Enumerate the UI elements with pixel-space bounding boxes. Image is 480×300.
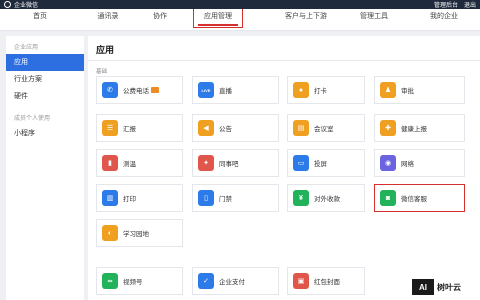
sidebar-group-enterprise: 企业应用 xyxy=(14,45,39,51)
new-badge-icon xyxy=(151,87,159,93)
main-nav: 首页 通讯录 协作 应用管理 客户与上下游 管理工具 我的企业 xyxy=(0,9,480,31)
brand[interactable]: 企业微信 xyxy=(4,0,38,9)
door-access-icon: ▯ xyxy=(198,190,214,206)
app-card[interactable]: ▭ 投屏 xyxy=(287,149,365,177)
watermark: AI 树叶云 xyxy=(412,279,461,295)
app-label: 审批 xyxy=(401,88,414,95)
app-card[interactable]: ✦ 同事吧 xyxy=(192,149,279,177)
app-label: 企业支付 xyxy=(219,279,245,286)
app-label: 测温 xyxy=(123,161,136,168)
app-card[interactable]: ◉ 网络 xyxy=(374,149,465,177)
app-label: 公费电话 xyxy=(123,88,149,95)
screen-cast-icon: ▭ xyxy=(293,155,309,171)
app-label: 门禁 xyxy=(219,196,232,203)
app-card[interactable]: ▣ 红包封面 xyxy=(287,267,365,295)
sidebar-item-apps[interactable]: 应用 xyxy=(6,54,84,71)
top-link-logout[interactable]: 退出 xyxy=(464,0,476,9)
sidebar-item-mini-programs[interactable]: 小程序 xyxy=(6,125,84,142)
app-label: 视频号 xyxy=(123,279,143,286)
video-channel-icon: ∞ xyxy=(102,273,118,289)
tab-home[interactable]: 首页 xyxy=(20,9,60,31)
app-label: 投屏 xyxy=(314,161,327,168)
printer-icon: ▥ xyxy=(102,190,118,206)
approval-stamp-icon: ♟ xyxy=(380,82,396,98)
colleague-forum-icon: ✦ xyxy=(198,155,214,171)
app-label: 汇报 xyxy=(123,126,136,133)
watermark-logo: AI xyxy=(412,279,434,295)
phone-icon: ✆ xyxy=(102,82,118,98)
tab-collaboration[interactable]: 协作 xyxy=(140,9,180,31)
app-card[interactable]: ✓ 企业支付 xyxy=(192,267,279,295)
top-link-admin[interactable]: 管理后台 xyxy=(434,0,458,9)
tab-management-tools[interactable]: 管理工具 xyxy=(352,9,396,31)
tab-contacts[interactable]: 通讯录 xyxy=(86,9,130,31)
app-card[interactable]: ☰ 汇报 xyxy=(96,114,183,142)
tab-my-enterprise[interactable]: 我的企业 xyxy=(422,9,466,31)
app-label: 学习园地 xyxy=(123,231,149,238)
app-label: 健康上报 xyxy=(401,126,427,133)
sidebar-group-personal: 成员个人使用 xyxy=(14,116,51,122)
app-card[interactable]: ∞ 视频号 xyxy=(96,267,183,295)
app-card[interactable]: ¥ 对外收款 xyxy=(287,184,365,212)
app-label: 直播 xyxy=(219,88,232,95)
app-card[interactable]: ✆ 公费电话 xyxy=(96,76,183,104)
app-card[interactable]: ◀ 公告 xyxy=(192,114,279,142)
learning-icon: ◐ xyxy=(102,225,118,241)
app-card[interactable]: ◐ 学习园地 xyxy=(96,219,183,247)
app-card[interactable]: ◙ 微信客服 xyxy=(374,184,465,212)
megaphone-icon: ◀ xyxy=(198,120,214,136)
active-tab-underline xyxy=(198,24,238,26)
app-label: 公告 xyxy=(219,126,232,133)
app-card[interactable]: ● 打卡 xyxy=(287,76,365,104)
thermometer-icon: ▮ xyxy=(102,155,118,171)
payment-icon: ¥ xyxy=(293,190,309,206)
app-label: 会议室 xyxy=(314,126,334,133)
tab-customers[interactable]: 客户与上下游 xyxy=(272,9,340,31)
app-card[interactable]: ▥ 打印 xyxy=(96,184,183,212)
app-card[interactable]: ▤ 会议室 xyxy=(287,114,365,142)
location-pin-icon: ● xyxy=(293,82,309,98)
app-label: 对外收款 xyxy=(314,196,340,203)
enterprise-pay-icon: ✓ xyxy=(198,273,214,289)
app-card[interactable]: ✚ 健康上报 xyxy=(374,114,465,142)
sidebar-item-industry[interactable]: 行业方案 xyxy=(6,71,84,88)
page-title: 应用 xyxy=(96,45,115,55)
wechat-service-icon: ◙ xyxy=(380,190,396,206)
section-label: 基础 xyxy=(96,69,108,75)
sidebar-item-hardware[interactable]: 硬件 xyxy=(6,88,84,105)
network-icon: ◉ xyxy=(380,155,396,171)
live-icon: LIVE xyxy=(198,82,214,98)
tab-app-management[interactable]: 应用管理 xyxy=(193,9,243,28)
top-bar: 企业微信 管理后台 退出 xyxy=(0,0,480,9)
top-links: 管理后台 退出 xyxy=(428,0,476,9)
app-card[interactable]: ▯ 门禁 xyxy=(192,184,279,212)
watermark-text: 树叶云 xyxy=(437,282,461,292)
app-label: 网络 xyxy=(401,161,414,168)
app-card[interactable]: ♟ 审批 xyxy=(374,76,465,104)
main-panel: 应用 基础 ✆ 公费电话 LIVE 直播 ● 打卡 ♟ 审批 ☰ 汇报 ◀ 公告 ▤ 会议室 ✚ 健康上报 ▮ 测… xyxy=(88,36,480,300)
app-label: 红包封面 xyxy=(314,279,340,286)
meeting-room-icon: ▤ xyxy=(293,120,309,136)
app-card[interactable]: ▮ 测温 xyxy=(96,149,183,177)
title-divider xyxy=(88,60,480,61)
app-label: 打印 xyxy=(123,196,136,203)
sidebar: 企业应用 应用 行业方案 硬件 成员个人使用 小程序 xyxy=(6,36,84,300)
app-label: 同事吧 xyxy=(219,161,239,168)
report-icon: ☰ xyxy=(102,120,118,136)
health-report-icon: ✚ xyxy=(380,120,396,136)
app-label: 打卡 xyxy=(314,88,327,95)
brand-name: 企业微信 xyxy=(14,3,39,9)
red-packet-icon: ▣ xyxy=(293,273,309,289)
app-card[interactable]: LIVE 直播 xyxy=(192,76,279,104)
wecom-logo-icon xyxy=(4,1,11,8)
app-label: 微信客服 xyxy=(401,196,427,203)
